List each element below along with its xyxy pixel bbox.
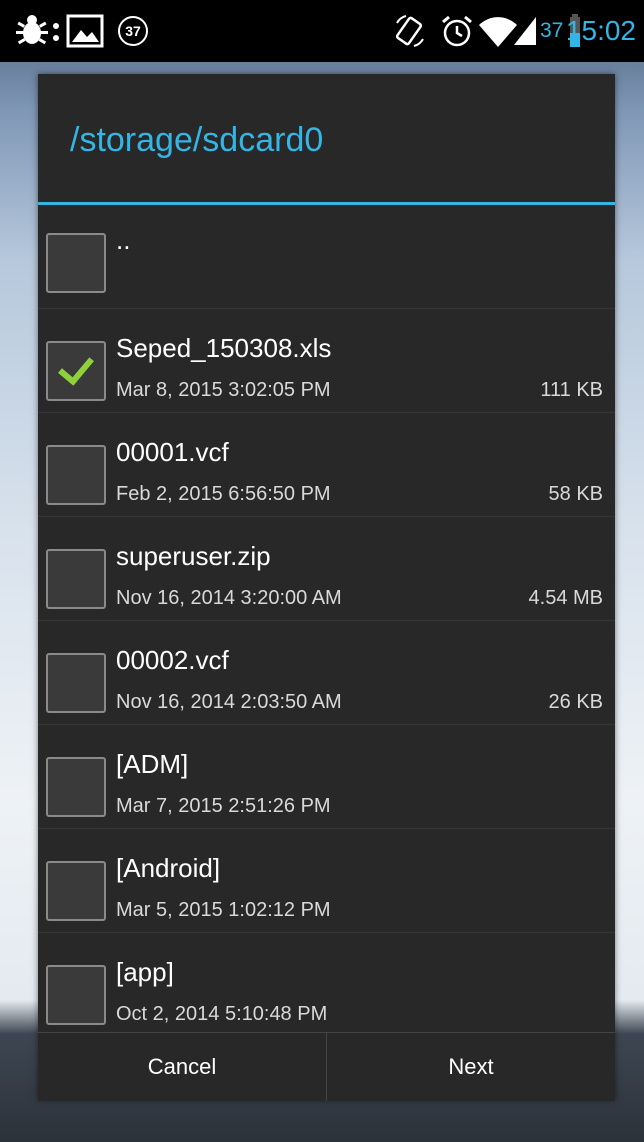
next-button[interactable]: Next	[327, 1033, 615, 1101]
alarm-icon	[440, 0, 474, 62]
file-date: Nov 16, 2014 2:03:50 AM	[116, 691, 342, 713]
file-name: ..	[116, 225, 131, 255]
file-name: Seped_150308.xls	[116, 333, 332, 363]
status-bar: 37 37 15:02	[0, 0, 644, 62]
file-name: superuser.zip	[116, 541, 271, 571]
file-list[interactable]: .. Seped_150308.xls Mar 8, 2015 3:02:05 …	[38, 205, 615, 1032]
file-name: 00001.vcf	[116, 437, 229, 467]
folder-date: Mar 7, 2015 2:51:26 PM	[116, 795, 331, 817]
signal-icon	[512, 0, 538, 62]
list-item-parent-directory[interactable]: ..	[38, 205, 615, 309]
checkbox[interactable]	[46, 861, 106, 921]
list-item[interactable]: 00002.vcf Nov 16, 2014 2:03:50 AM 26 KB	[38, 621, 615, 725]
checkbox[interactable]	[46, 653, 106, 713]
notification-count-badge: 37	[118, 0, 148, 62]
folder-name: [ADM]	[116, 749, 189, 779]
list-item[interactable]: Seped_150308.xls Mar 8, 2015 3:02:05 PM …	[38, 309, 615, 413]
dialog-title-path: /storage/sdcard0	[70, 121, 324, 159]
checkbox-checked[interactable]	[46, 341, 106, 401]
file-size: 4.54 MB	[528, 587, 603, 609]
file-name: 00002.vcf	[116, 645, 229, 675]
checkbox[interactable]	[46, 549, 106, 609]
battery-level: 37	[540, 19, 564, 42]
image-notification-icon	[66, 0, 104, 62]
usb-debug-icon	[12, 0, 52, 62]
checkbox[interactable]	[46, 233, 106, 293]
file-date: Mar 8, 2015 3:02:05 PM	[116, 379, 331, 401]
notification-count: 37	[118, 16, 148, 46]
checkbox[interactable]	[46, 757, 106, 817]
colon-icon	[52, 0, 60, 62]
file-date: Nov 16, 2014 3:20:00 AM	[116, 587, 342, 609]
folder-date: Oct 2, 2014 5:10:48 PM	[116, 1003, 328, 1025]
checkbox[interactable]	[46, 445, 106, 505]
list-item-folder[interactable]: [app] Oct 2, 2014 5:10:48 PM	[38, 933, 615, 1032]
rotate-icon	[392, 0, 428, 62]
list-item-folder[interactable]: [Android] Mar 5, 2015 1:02:12 PM	[38, 829, 615, 933]
file-size: 26 KB	[548, 691, 603, 713]
checkbox[interactable]	[46, 965, 106, 1025]
status-time: 15:02	[565, 15, 636, 46]
file-size: 111 KB	[540, 379, 603, 401]
list-item[interactable]: 00001.vcf Feb 2, 2015 6:56:50 PM 58 KB	[38, 413, 615, 517]
list-item[interactable]: superuser.zip Nov 16, 2014 3:20:00 AM 4.…	[38, 517, 615, 621]
dialog-button-bar: Cancel Next	[38, 1032, 615, 1101]
folder-name: [Android]	[116, 853, 221, 883]
file-date: Feb 2, 2015 6:56:50 PM	[116, 483, 331, 505]
folder-date: Mar 5, 2015 1:02:12 PM	[116, 899, 331, 921]
file-picker-dialog: /storage/sdcard0 .. Seped_150308.xls Mar…	[38, 74, 615, 1101]
file-size: 58 KB	[548, 483, 603, 505]
cancel-button[interactable]: Cancel	[38, 1033, 326, 1101]
folder-name: [app]	[116, 957, 174, 987]
list-item-folder[interactable]: [ADM] Mar 7, 2015 2:51:26 PM	[38, 725, 615, 829]
